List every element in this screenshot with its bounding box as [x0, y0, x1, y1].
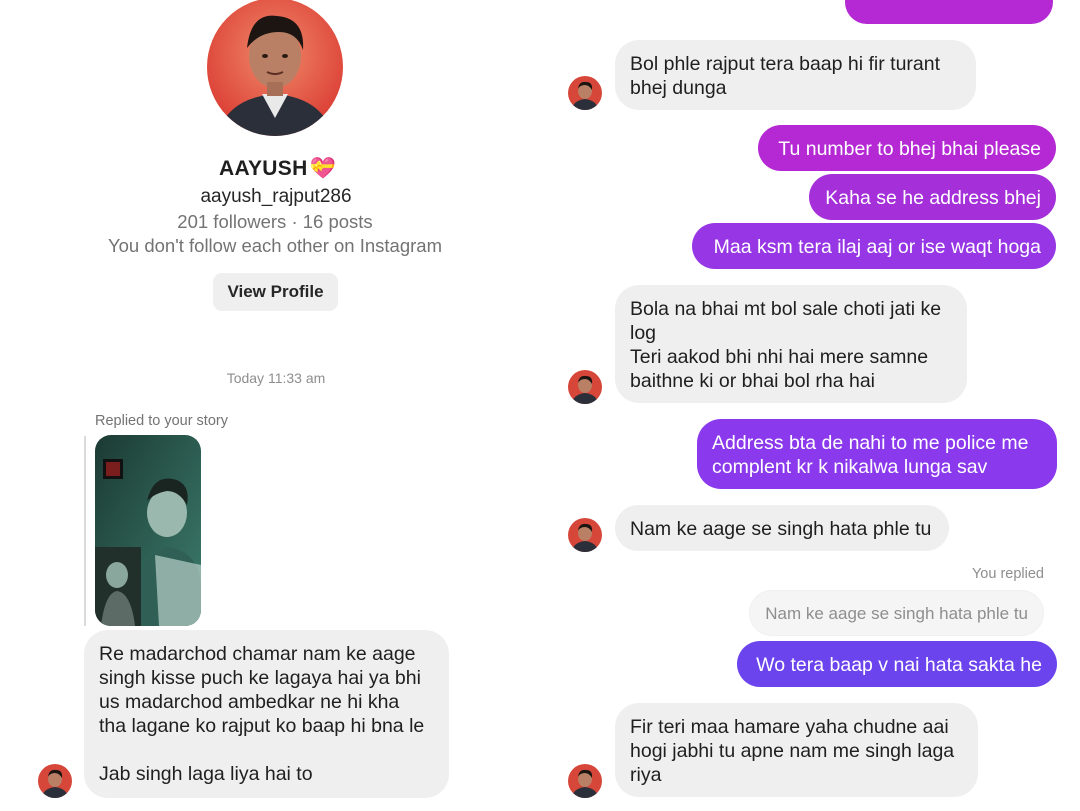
quoted-message[interactable]: Nam ke aage se singh hata phle tu [749, 590, 1044, 636]
contact-avatar-icon[interactable] [38, 764, 72, 798]
right-panel: Bol phle rajput tera baap hi fir turant … [555, 0, 1080, 811]
message-bubble-sent[interactable]: Tu number to bhej bhai please [758, 125, 1056, 171]
contact-avatar-icon[interactable] [568, 764, 602, 798]
profile-avatar[interactable] [207, 0, 343, 136]
you-replied-label: You replied [971, 566, 1044, 582]
contact-avatar-icon[interactable] [568, 76, 602, 110]
message-bubble-sent[interactable]: Wo tera baap v nai hata sakta he [737, 641, 1057, 687]
contact-avatar-icon[interactable] [568, 370, 602, 404]
story-reply-divider [84, 436, 86, 626]
message-bubble-received[interactable]: Re madarchod chamar nam ke aage singh ki… [84, 630, 449, 798]
heart-emoji-icon: 💝 [309, 157, 336, 180]
message-bubble-sent[interactable]: Maa ksm tera ilaj aaj or ise waqt hoga [692, 223, 1056, 269]
message-bubble-received[interactable]: Nam ke aage se singh hata phle tu [615, 505, 949, 551]
message-bubble-received[interactable]: Bola na bhai mt bol sale choti jati ke l… [615, 285, 967, 403]
message-bubble-received[interactable]: Bol phle rajput tera baap hi fir turant … [615, 40, 976, 110]
view-profile-button[interactable]: View Profile [213, 273, 338, 311]
replied-to-story-label: Replied to your story [95, 413, 228, 429]
message-bubble-sent[interactable]: Kaha se he address bhej [809, 174, 1056, 220]
contact-avatar-icon[interactable] [568, 518, 602, 552]
message-bubble-received[interactable]: Fir teri maa hamare yaha chudne aai hogi… [615, 703, 978, 797]
story-thumbnail[interactable] [95, 435, 201, 626]
left-panel: AAYUSH💝 aayush_rajput286 201 followers ·… [0, 0, 555, 811]
profile-username: aayush_rajput286 [200, 186, 352, 207]
profile-name: AAYUSH💝 [0, 157, 555, 181]
message-bubble-sent[interactable]: Address bta de nahi to me police me comp… [697, 419, 1057, 489]
message-timestamp: Today 11:33 am [226, 370, 326, 386]
profile-name-text: AAYUSH [218, 157, 308, 180]
profile-stats: 201 followers · 16 posts [177, 211, 373, 232]
message-bubble-sent-partial[interactable] [845, 0, 1053, 24]
follow-status: You don't follow each other on Instagram [107, 235, 442, 256]
